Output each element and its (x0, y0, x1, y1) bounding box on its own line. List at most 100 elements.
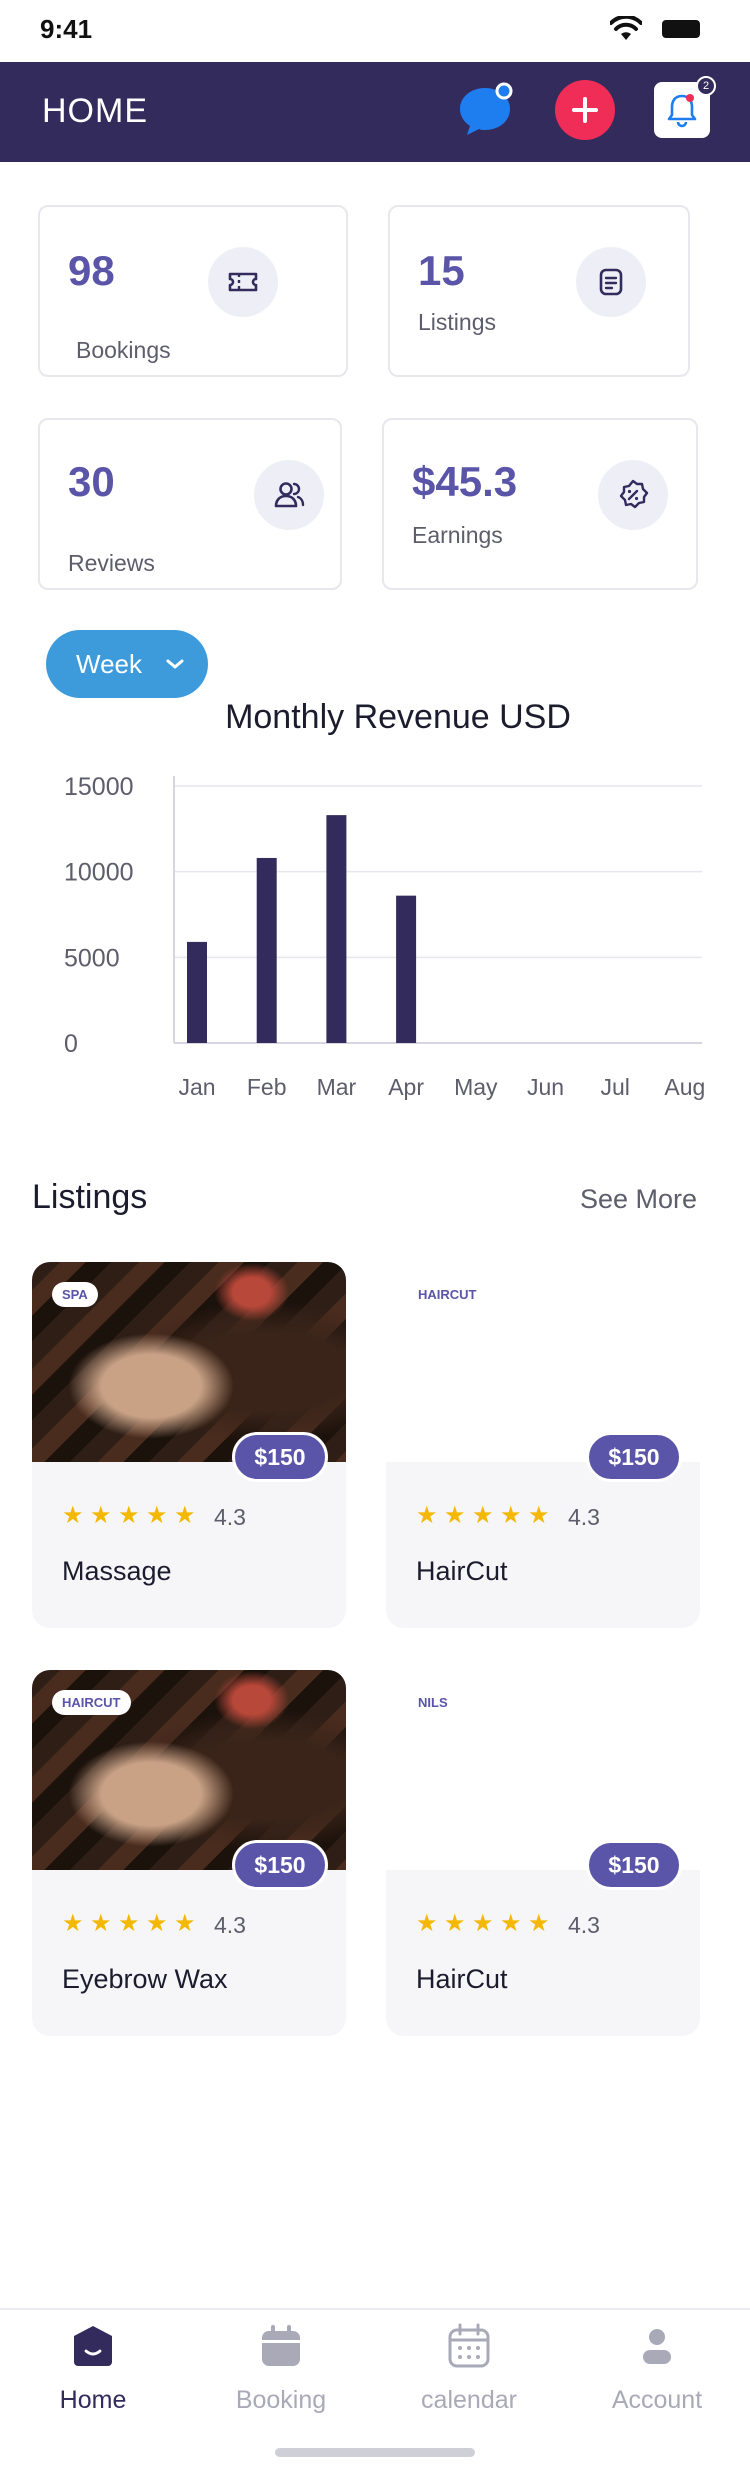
page-title: HOME (42, 92, 148, 130)
star-icon: ★ (528, 1910, 550, 1937)
status-time: 9:41 (40, 14, 93, 44)
listing-card[interactable]: HAIRCUT $150 ★ ★ ★ ★ ★ 4.3 Eyebrow Wax (32, 1670, 346, 2036)
stat-value: $45.3 (412, 458, 518, 505)
ticket-icon (208, 247, 278, 317)
bar-feb (256, 857, 277, 1043)
y-tick-label: 5000 (64, 944, 120, 972)
stat-label: Reviews (68, 550, 155, 576)
y-tick-label: 10000 (64, 859, 134, 887)
category-tag: HAIRCUT (418, 1287, 477, 1302)
chevron-down-icon (166, 659, 184, 669)
star-icon: ★ (146, 1910, 168, 1937)
rating-stars: ★ ★ ★ ★ ★ (416, 1912, 552, 1936)
app-header: HOME 2 (0, 62, 750, 162)
star-icon: ★ (62, 1910, 84, 1937)
star-icon: ★ (416, 1502, 438, 1529)
star-icon: ★ (444, 1502, 466, 1529)
stat-value: 98 (68, 247, 115, 294)
stat-label: Bookings (76, 337, 171, 363)
listing-card[interactable]: HAIRCUT $150 ★ ★ ★ ★ ★ 4.3 HairCut (386, 1262, 700, 1628)
stat-card-listings[interactable]: 15 Listings (388, 205, 690, 377)
nav-label: Booking (235, 2386, 327, 2414)
stat-label: Listings (418, 309, 496, 335)
rating-value: 4.3 (214, 1912, 246, 1938)
rating-stars: ★ ★ ★ ★ ★ (416, 1504, 552, 1528)
notification-count-badge: 2 (696, 76, 716, 96)
star-icon: ★ (416, 1910, 438, 1937)
rating-value: 4.3 (568, 1504, 600, 1530)
listing-name: HairCut (416, 1556, 508, 1586)
price-badge: $150 (232, 1432, 328, 1482)
y-tick-label: 15000 (64, 773, 134, 801)
nav-item-account[interactable]: Account (587, 2320, 727, 2415)
price-badge: $150 (586, 1432, 682, 1482)
star-icon: ★ (174, 1910, 196, 1937)
star-icon: ★ (146, 1502, 168, 1529)
x-tick-label: Mar (317, 1074, 357, 1100)
nav-item-booking[interactable]: Booking (211, 2320, 351, 2415)
star-icon: ★ (62, 1502, 84, 1529)
calendar-icon (448, 2323, 490, 2368)
users-icon (254, 460, 324, 530)
nav-label: Home (59, 2386, 127, 2414)
stat-value: 15 (418, 247, 465, 294)
star-icon: ★ (90, 1502, 112, 1529)
chat-bubble-icon (460, 82, 513, 135)
nav-label: calendar (421, 2386, 517, 2414)
period-dropdown-label: Week (76, 648, 142, 679)
stat-label: Earnings (412, 522, 503, 548)
add-button[interactable] (555, 80, 615, 140)
listing-card[interactable]: NILS $150 ★ ★ ★ ★ ★ 4.3 HairCut (386, 1670, 700, 2036)
rating-stars: ★ ★ ★ ★ ★ (62, 1504, 198, 1528)
document-icon (576, 247, 646, 317)
nav-item-calendar[interactable]: calendar (399, 2320, 539, 2415)
x-tick-label: Feb (247, 1074, 287, 1100)
y-tick-label: 0 (64, 1030, 78, 1058)
price-badge: $150 (232, 1840, 328, 1890)
x-tick-label: Apr (388, 1074, 424, 1100)
discount-badge-icon (598, 460, 668, 530)
category-tag: SPA (52, 1282, 98, 1307)
star-icon: ★ (500, 1502, 522, 1529)
star-icon: ★ (118, 1502, 140, 1529)
account-icon (643, 2329, 671, 2364)
x-tick-label: Jan (178, 1074, 215, 1100)
star-icon: ★ (174, 1502, 196, 1529)
listing-card[interactable]: SPA $150 ★ ★ ★ ★ ★ 4.3 Massage (32, 1262, 346, 1628)
price-badge: $150 (586, 1840, 682, 1890)
star-icon: ★ (444, 1910, 466, 1937)
stat-card-bookings[interactable]: 98 Bookings (38, 205, 348, 377)
notifications-button[interactable]: 2 (654, 76, 716, 138)
rating-stars: ★ ★ ★ ★ ★ (62, 1912, 198, 1936)
battery-icon (662, 20, 700, 38)
nav-label: Account (611, 2386, 703, 2414)
stat-card-reviews[interactable]: 30 Reviews (38, 418, 342, 590)
nav-item-home[interactable]: Home (23, 2320, 163, 2415)
star-icon: ★ (90, 1910, 112, 1937)
category-tag: NILS (418, 1695, 448, 1710)
star-icon: ★ (472, 1502, 494, 1529)
listing-name: Eyebrow Wax (62, 1964, 228, 1994)
wifi-icon (610, 16, 642, 40)
star-icon: ★ (472, 1910, 494, 1937)
status-bar: 9:41 (0, 0, 750, 62)
period-dropdown[interactable]: Week (46, 630, 208, 698)
x-tick-label: Aug (664, 1074, 705, 1100)
bar-apr (396, 895, 417, 1043)
rating-value: 4.3 (214, 1504, 246, 1530)
home-icon (74, 2326, 112, 2366)
stat-card-earnings[interactable]: $45.3 Earnings (382, 418, 698, 590)
x-tick-label: Jun (527, 1074, 564, 1100)
see-more-link[interactable]: See More (580, 1184, 697, 1215)
chart-title: Monthly Revenue USD (225, 698, 571, 736)
listings-heading: Listings (32, 1178, 148, 1216)
rating-value: 4.3 (568, 1912, 600, 1938)
star-icon: ★ (500, 1910, 522, 1937)
listing-name: Massage (62, 1556, 172, 1586)
home-indicator (275, 2448, 475, 2457)
category-tag: HAIRCUT (52, 1690, 131, 1715)
star-icon: ★ (118, 1910, 140, 1937)
chat-button[interactable] (455, 80, 515, 140)
plus-icon (572, 97, 598, 123)
star-icon: ★ (528, 1502, 550, 1529)
